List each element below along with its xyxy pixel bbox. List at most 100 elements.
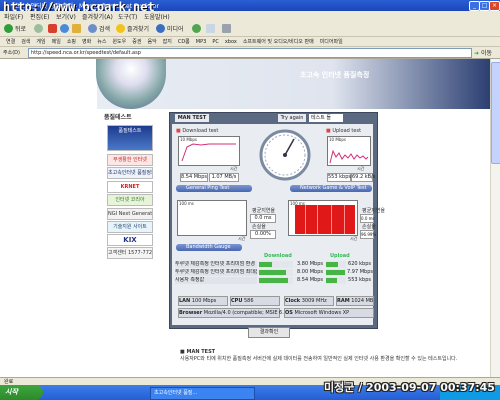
sidebar-banner-internet-korea[interactable]: 인터넷 코리아 — [107, 194, 153, 206]
menu-view[interactable]: 보기(V) — [56, 12, 76, 21]
ram-info: RAM 1024 MB — [336, 296, 374, 306]
sidebar-banner-ngi[interactable]: NGI Next Generation — [107, 208, 153, 220]
media-icon — [156, 24, 165, 33]
link-software[interactable]: 소프트웨어 및 오디오/비디오 판매 — [243, 38, 314, 45]
link-mail[interactable]: 메일 — [52, 38, 61, 45]
stop-button[interactable] — [48, 23, 57, 34]
link-media-file[interactable]: 미디어파일 — [320, 38, 343, 45]
bandwidth-row-label: 사용자 측정값 — [175, 277, 257, 284]
download-title-text: Download test — [182, 128, 219, 134]
note-title: ■ MAN TEST — [180, 349, 480, 356]
upload-bullet-icon: ■ — [326, 128, 331, 134]
bandwidth-row-up-bar — [326, 262, 339, 267]
link-movie[interactable]: 영화 — [82, 38, 91, 45]
refresh-button[interactable] — [60, 23, 69, 34]
clock-info: Clock 3009 MHz — [284, 296, 334, 306]
lan-info: LAN 100 Mbps — [178, 296, 228, 306]
link-cdrom[interactable]: CD롬 — [178, 38, 190, 45]
sidebar-banner-tech-support[interactable]: 기술지원 사이트 — [107, 221, 153, 233]
test-description: ■ MAN TEST 사용자PC와 티에 위치한 품질측정 서버간에 실제 데이… — [180, 349, 480, 363]
bandwidth-row-up-value: 7.97 Mbps — [347, 269, 373, 275]
menu-edit[interactable]: 편집(E) — [30, 12, 50, 21]
ping-avg-value: 0.0 ms — [250, 214, 276, 223]
sidebar-banner-quality-test[interactable]: 품질테스트 — [107, 125, 153, 151]
sidebar-title: 품질테스트 — [104, 114, 132, 121]
upload-graph-line — [329, 149, 369, 164]
bandwidth-row: 두루넷 체감측정 인터넷 프리미엄 최대값 8.00 Mbps 7.97 Mbp… — [175, 269, 373, 276]
timestamp-overlay: 미정군 / 2003-09-07 00:37:45 — [324, 381, 495, 394]
upload-title: ■ Upload test — [326, 128, 361, 134]
history-button[interactable] — [192, 23, 201, 34]
link-windows[interactable]: 윈도우 — [112, 38, 126, 45]
link-xbox[interactable]: xbox — [225, 39, 237, 45]
download-title: ■ Download test — [176, 128, 218, 134]
sidebar-banner-call-center[interactable]: 고객센터 1577-7726 — [107, 247, 153, 259]
bandwidth-row-label: 두루넷 체감측정 인터넷 프리미엄 최대값 — [175, 269, 257, 276]
scrollbar-thumb[interactable] — [491, 62, 500, 164]
close-button[interactable]: × — [489, 1, 500, 11]
ping-axis-label: 시간 — [238, 236, 246, 241]
sidebar-banner-kix[interactable]: KIX — [107, 234, 153, 246]
download-graph: 10 Mbps — [178, 136, 240, 166]
link-news[interactable]: 뉴스 — [97, 38, 106, 45]
upload-title-text: Upload test — [332, 128, 362, 134]
try-again-button[interactable]: Try again — [278, 114, 306, 122]
go-button[interactable]: ➔ 이동 — [474, 48, 494, 57]
mail-icon — [206, 24, 215, 33]
title-bar: 초고속인터넷 품질 측정 - Microsoft Internet Explor… — [0, 0, 500, 14]
sidebar-banner-quality-info[interactable]: 초고속인터넷 품질정보 — [107, 167, 153, 179]
ping-avg-label: 평균지연율 — [252, 208, 276, 214]
os-label: OS — [285, 310, 293, 316]
menu-tools[interactable]: 도구(T) — [118, 12, 137, 21]
bandwidth-row-down-track — [259, 261, 293, 268]
menu-file[interactable]: 파일(F) — [4, 12, 23, 21]
search-icon — [88, 24, 97, 33]
link-shopping[interactable]: 쇼핑 — [67, 38, 76, 45]
banner-title: 초고속 인터넷 품질측정 — [300, 71, 370, 79]
sidebar-banner-internet[interactable]: 부생활한 인터넷 — [107, 154, 153, 166]
link-pc[interactable]: PC — [212, 39, 219, 45]
bandwidth-row-down-bar — [259, 278, 288, 283]
favorites-label: 즐겨찾기 — [127, 26, 150, 33]
search-button[interactable]: 검색 — [88, 23, 110, 34]
ping-scale-label: 100 ms — [179, 201, 194, 206]
tab-man-test[interactable]: MAN TEST — [175, 114, 209, 122]
sidebar-banner-krnet[interactable]: KRNET — [107, 181, 153, 193]
start-button[interactable]: 시작 — [0, 385, 43, 400]
print-button[interactable] — [222, 23, 231, 34]
bandwidth-row: 사용자 측정값 8.54 Mbps 553 kbps — [175, 277, 371, 284]
link-magazine[interactable]: 잡지 — [163, 38, 172, 45]
bandwidth-row-up-bar — [326, 270, 346, 275]
address-input[interactable]: http://speed.nca.or.kr/speedtest/default… — [28, 48, 472, 58]
mail-button[interactable] — [206, 23, 215, 34]
media-button[interactable]: 미디어 — [156, 23, 184, 34]
link-stock[interactable]: 증권 — [132, 38, 141, 45]
forward-button[interactable] — [34, 23, 43, 34]
bandwidth-gauge-header: Bandwidth Gauge — [176, 244, 242, 251]
ram-label: RAM — [337, 298, 350, 304]
back-button[interactable]: 뒤로 — [4, 23, 26, 34]
back-label: 뒤로 — [15, 26, 27, 33]
voip-avg-label: 평균지연율 — [362, 208, 386, 214]
ping-test-header: General Ping Test — [176, 185, 252, 192]
result-check-button[interactable]: 결과확인 — [248, 327, 290, 338]
link-search[interactable]: 검색 — [21, 38, 30, 45]
voip-graph-bars — [295, 205, 355, 234]
cpu-info: CPU 586 — [230, 296, 280, 306]
link-mp3[interactable]: MP3 — [196, 39, 207, 45]
refresh-icon — [60, 24, 69, 33]
bandwidth-row-down-track — [259, 277, 293, 284]
menu-favorites[interactable]: 즐겨찾기(A) — [82, 12, 113, 21]
taskbar-app-button[interactable]: 초고속인터넷 품질... — [150, 387, 255, 400]
favorites-button[interactable]: 즐겨찾기 — [116, 23, 149, 34]
menu-help[interactable]: 도움말(H) — [144, 12, 170, 21]
upload-axis-label: 시간 — [357, 166, 365, 171]
forward-arrow-icon — [34, 24, 43, 33]
home-button[interactable] — [72, 23, 81, 34]
test-mode-select[interactable]: 테스트 들 — [309, 114, 343, 122]
link-music[interactable]: 음악 — [147, 38, 156, 45]
download-speed-mbs: 1.07 MB/s — [209, 173, 239, 182]
bandwidth-row-up-bar — [326, 278, 337, 283]
voip-loss-value: 96.99% — [360, 230, 377, 239]
link-game[interactable]: 게임 — [36, 38, 45, 45]
